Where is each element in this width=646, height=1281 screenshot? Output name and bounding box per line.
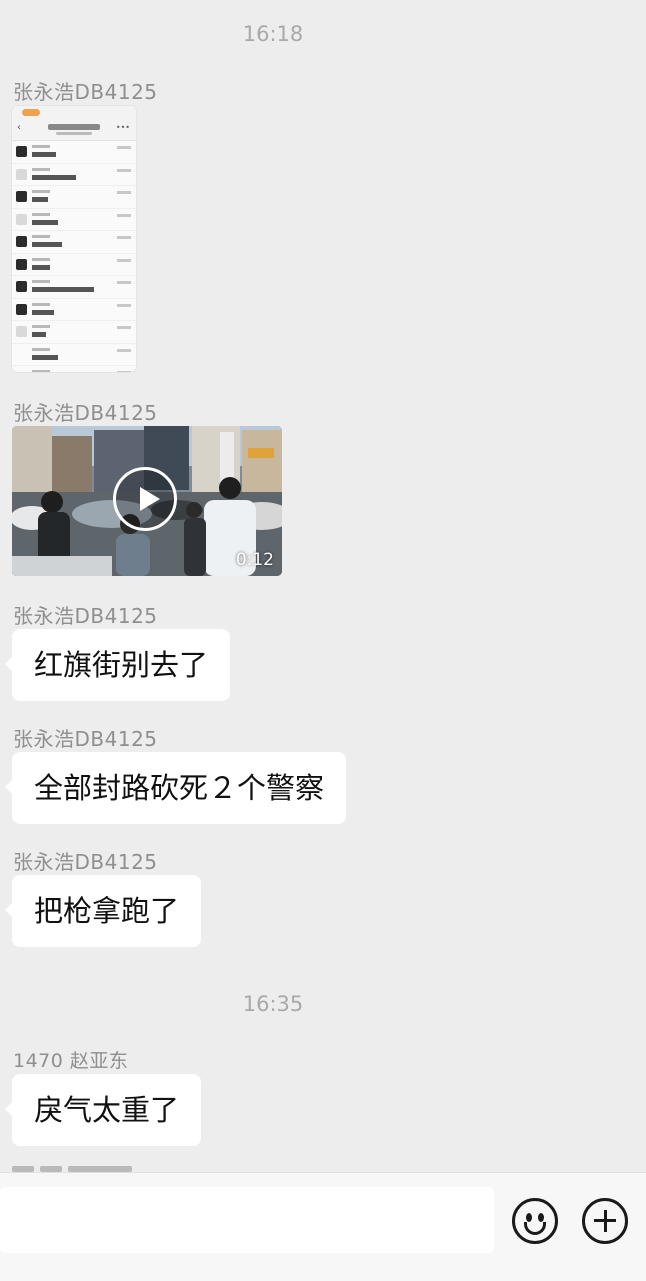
screenshot-image-message[interactable]: ‹ •••	[12, 106, 136, 372]
timestamp: 16:18	[242, 22, 304, 46]
video-message[interactable]: 0:12	[12, 426, 282, 576]
thumbnail-nav-bar: ‹ •••	[12, 120, 136, 141]
thumbnail-row	[12, 209, 136, 231]
chat-messages-area[interactable]: 16:18 张永浩DB4125 ‹ ••• 张永浩DB4125 0:12 张永浩…	[0, 0, 646, 1172]
sender-name[interactable]: 张永浩DB4125	[13, 76, 158, 105]
timestamp: 16:35	[242, 992, 304, 1016]
plus-icon[interactable]	[582, 1198, 628, 1244]
message-bubble[interactable]: 全部封路砍死２个警察	[4, 752, 347, 824]
message-bubble[interactable]: 红旗街别去了	[4, 629, 231, 701]
sender-name[interactable]: 张永浩DB4125	[13, 846, 158, 875]
thumbnail-status-bar	[12, 106, 136, 120]
thumbnail-row	[12, 321, 136, 344]
thumbnail-row	[12, 164, 136, 186]
message-bubble[interactable]: 把枪拿跑了	[4, 875, 202, 947]
message-input[interactable]	[0, 1187, 494, 1253]
thumbnail-row	[12, 254, 136, 276]
sender-name[interactable]: 张永浩DB4125	[13, 723, 158, 752]
sender-name[interactable]: 张永浩DB4125	[13, 397, 158, 426]
video-duration: 0:12	[235, 550, 274, 570]
thumbnail-row	[12, 299, 136, 321]
play-icon[interactable]	[113, 467, 177, 531]
thumbnail-row	[12, 186, 136, 209]
thumbnail-row	[12, 344, 136, 366]
thumbnail-row	[12, 366, 136, 372]
thumbnail-row	[12, 141, 136, 164]
sender-name[interactable]: 张永浩DB4125	[13, 600, 158, 629]
input-bar	[0, 1172, 646, 1281]
thumbnail-row	[12, 231, 136, 254]
sender-name[interactable]: 1470 赵亚东	[13, 1046, 128, 1073]
emoji-icon[interactable]	[512, 1198, 558, 1244]
message-bubble[interactable]: 戾气太重了	[4, 1074, 202, 1146]
thumbnail-row	[12, 276, 136, 299]
